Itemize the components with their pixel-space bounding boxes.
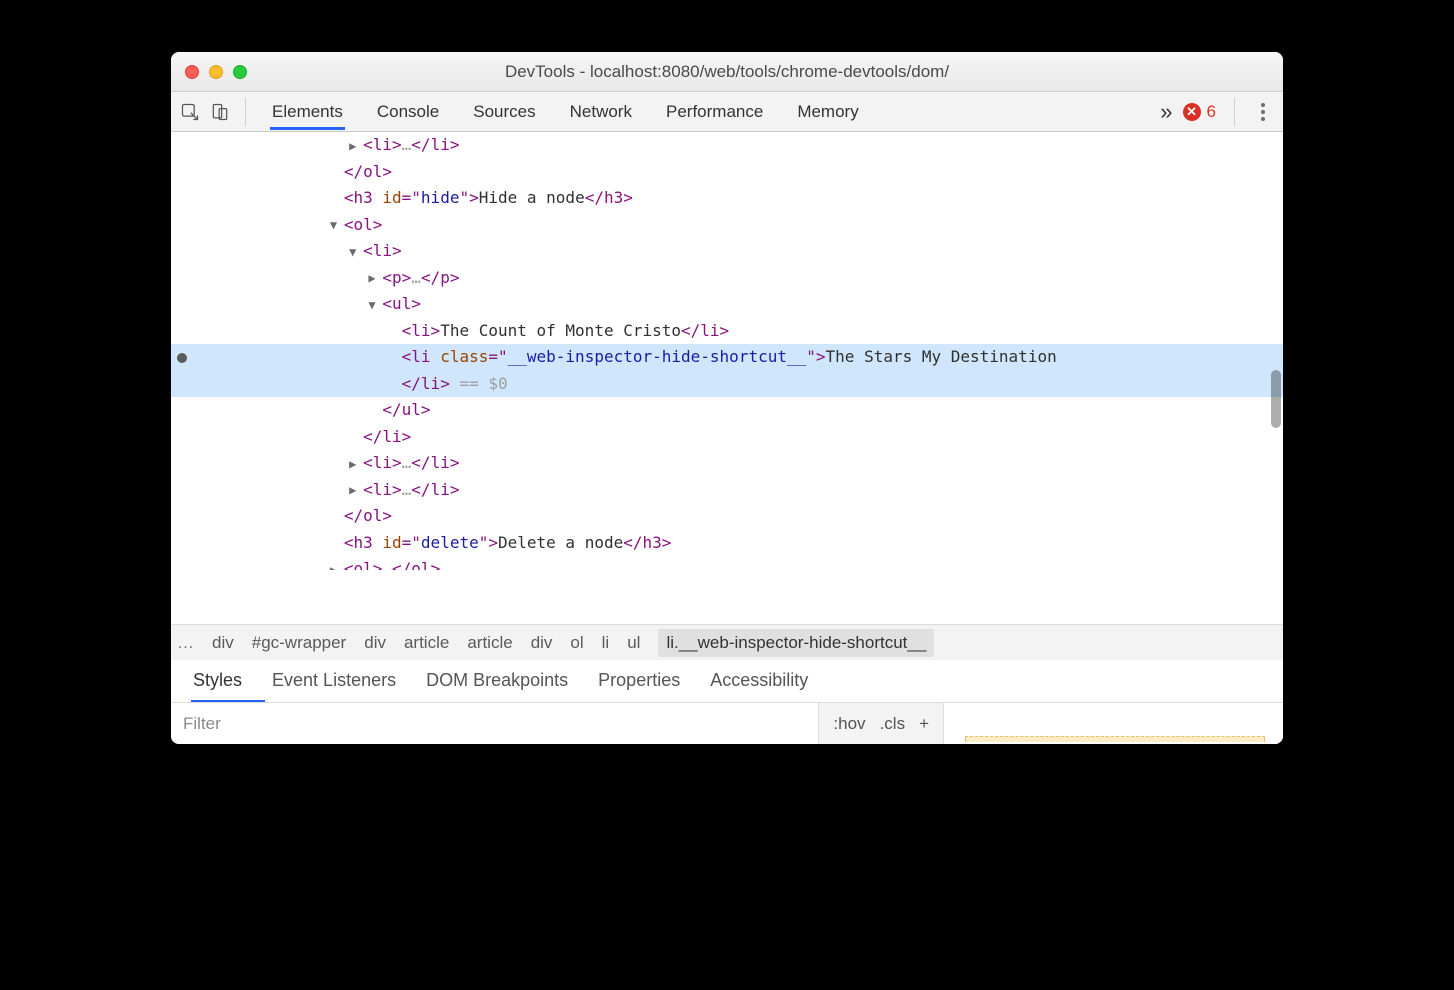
dom-node[interactable]: <ol>…</ol> — [171, 556, 1283, 570]
breadcrumb-item[interactable]: ol — [570, 633, 583, 653]
dom-node[interactable]: <ul> — [171, 291, 1283, 318]
tab-network[interactable]: Network — [568, 94, 634, 130]
breadcrumb-item[interactable]: #gc-wrapper — [252, 633, 347, 653]
margin-swatch — [965, 736, 1265, 742]
separator — [245, 98, 246, 126]
breadcrumb-overflow[interactable]: … — [177, 633, 194, 653]
dom-node[interactable]: </li> — [171, 424, 1283, 451]
new-style-rule-button[interactable]: + — [919, 714, 929, 734]
tab-elements[interactable]: Elements — [270, 94, 345, 130]
overflow-tabs-button[interactable]: » — [1160, 99, 1172, 125]
error-count-badge[interactable]: ✕ 6 — [1183, 102, 1216, 122]
tab-styles[interactable]: Styles — [191, 664, 244, 697]
elements-tree[interactable]: <li>…</li> </ol> <h3 id="hide">Hide a no… — [171, 132, 1283, 624]
inspect-element-icon[interactable] — [177, 99, 203, 125]
panel-tabs: Elements Console Sources Network Perform… — [258, 94, 1156, 130]
tab-accessibility[interactable]: Accessibility — [708, 664, 810, 697]
dom-node[interactable]: <li>…</li> — [171, 477, 1283, 504]
dom-node[interactable]: </ol> — [171, 159, 1283, 186]
tab-properties[interactable]: Properties — [596, 664, 682, 697]
error-count: 6 — [1207, 102, 1216, 122]
dom-node[interactable]: <li>…</li> — [171, 132, 1283, 159]
dom-node-selected[interactable]: <li class="__web-inspector-hide-shortcut… — [171, 344, 1283, 371]
dom-node[interactable]: <h3 id="delete">Delete a node</h3> — [171, 530, 1283, 557]
separator — [1234, 98, 1235, 126]
breadcrumb-item[interactable]: li — [602, 633, 610, 653]
breadcrumb-item-selected[interactable]: li.__web-inspector-hide-shortcut__ — [658, 629, 934, 657]
titlebar: DevTools - localhost:8080/web/tools/chro… — [171, 52, 1283, 92]
dom-node[interactable]: </ul> — [171, 397, 1283, 424]
box-model-preview — [943, 703, 1283, 744]
breadcrumb-item[interactable]: div — [364, 633, 386, 653]
tab-performance[interactable]: Performance — [664, 94, 765, 130]
dom-node[interactable]: <li> — [171, 238, 1283, 265]
dom-node[interactable]: <li>…</li> — [171, 450, 1283, 477]
cls-toggle[interactable]: .cls — [880, 714, 906, 734]
tab-console[interactable]: Console — [375, 94, 441, 130]
styles-filter-input[interactable] — [171, 703, 818, 744]
sidebar-tabs: Styles Event Listeners DOM Breakpoints P… — [171, 660, 1283, 700]
dom-node[interactable]: <h3 id="hide">Hide a node</h3> — [171, 185, 1283, 212]
window-title: DevTools - localhost:8080/web/tools/chro… — [171, 62, 1283, 82]
styles-toggles: :hov .cls + — [818, 703, 943, 744]
breadcrumb-item[interactable]: article — [467, 633, 512, 653]
dom-node[interactable]: <ol> — [171, 212, 1283, 239]
toolbar-right: » ✕ 6 — [1160, 98, 1277, 126]
dom-node-selected[interactable]: </li> == $0 — [171, 371, 1283, 398]
tab-dom-breakpoints[interactable]: DOM Breakpoints — [424, 664, 570, 697]
breadcrumb-item[interactable]: div — [212, 633, 234, 653]
dom-node[interactable]: <li>The Count of Monte Cristo</li> — [171, 318, 1283, 345]
hov-toggle[interactable]: :hov — [833, 714, 865, 734]
dom-node[interactable]: <p>…</p> — [171, 265, 1283, 292]
tab-sources[interactable]: Sources — [471, 94, 537, 130]
breadcrumb-item[interactable]: div — [531, 633, 553, 653]
breadcrumb: … div #gc-wrapper div article article di… — [171, 624, 1283, 660]
tab-memory[interactable]: Memory — [795, 94, 860, 130]
tab-event-listeners[interactable]: Event Listeners — [270, 664, 398, 697]
scrollbar-thumb[interactable] — [1271, 370, 1281, 428]
dom-node[interactable]: </ol> — [171, 503, 1283, 530]
styles-filter-bar: :hov .cls + — [171, 702, 1283, 744]
settings-menu-button[interactable] — [1253, 103, 1273, 121]
devtools-window: DevTools - localhost:8080/web/tools/chro… — [171, 52, 1283, 744]
breadcrumb-item[interactable]: ul — [627, 633, 640, 653]
error-icon: ✕ — [1183, 103, 1201, 121]
main-toolbar: Elements Console Sources Network Perform… — [171, 92, 1283, 132]
breadcrumb-item[interactable]: article — [404, 633, 449, 653]
device-toolbar-icon[interactable] — [207, 99, 233, 125]
